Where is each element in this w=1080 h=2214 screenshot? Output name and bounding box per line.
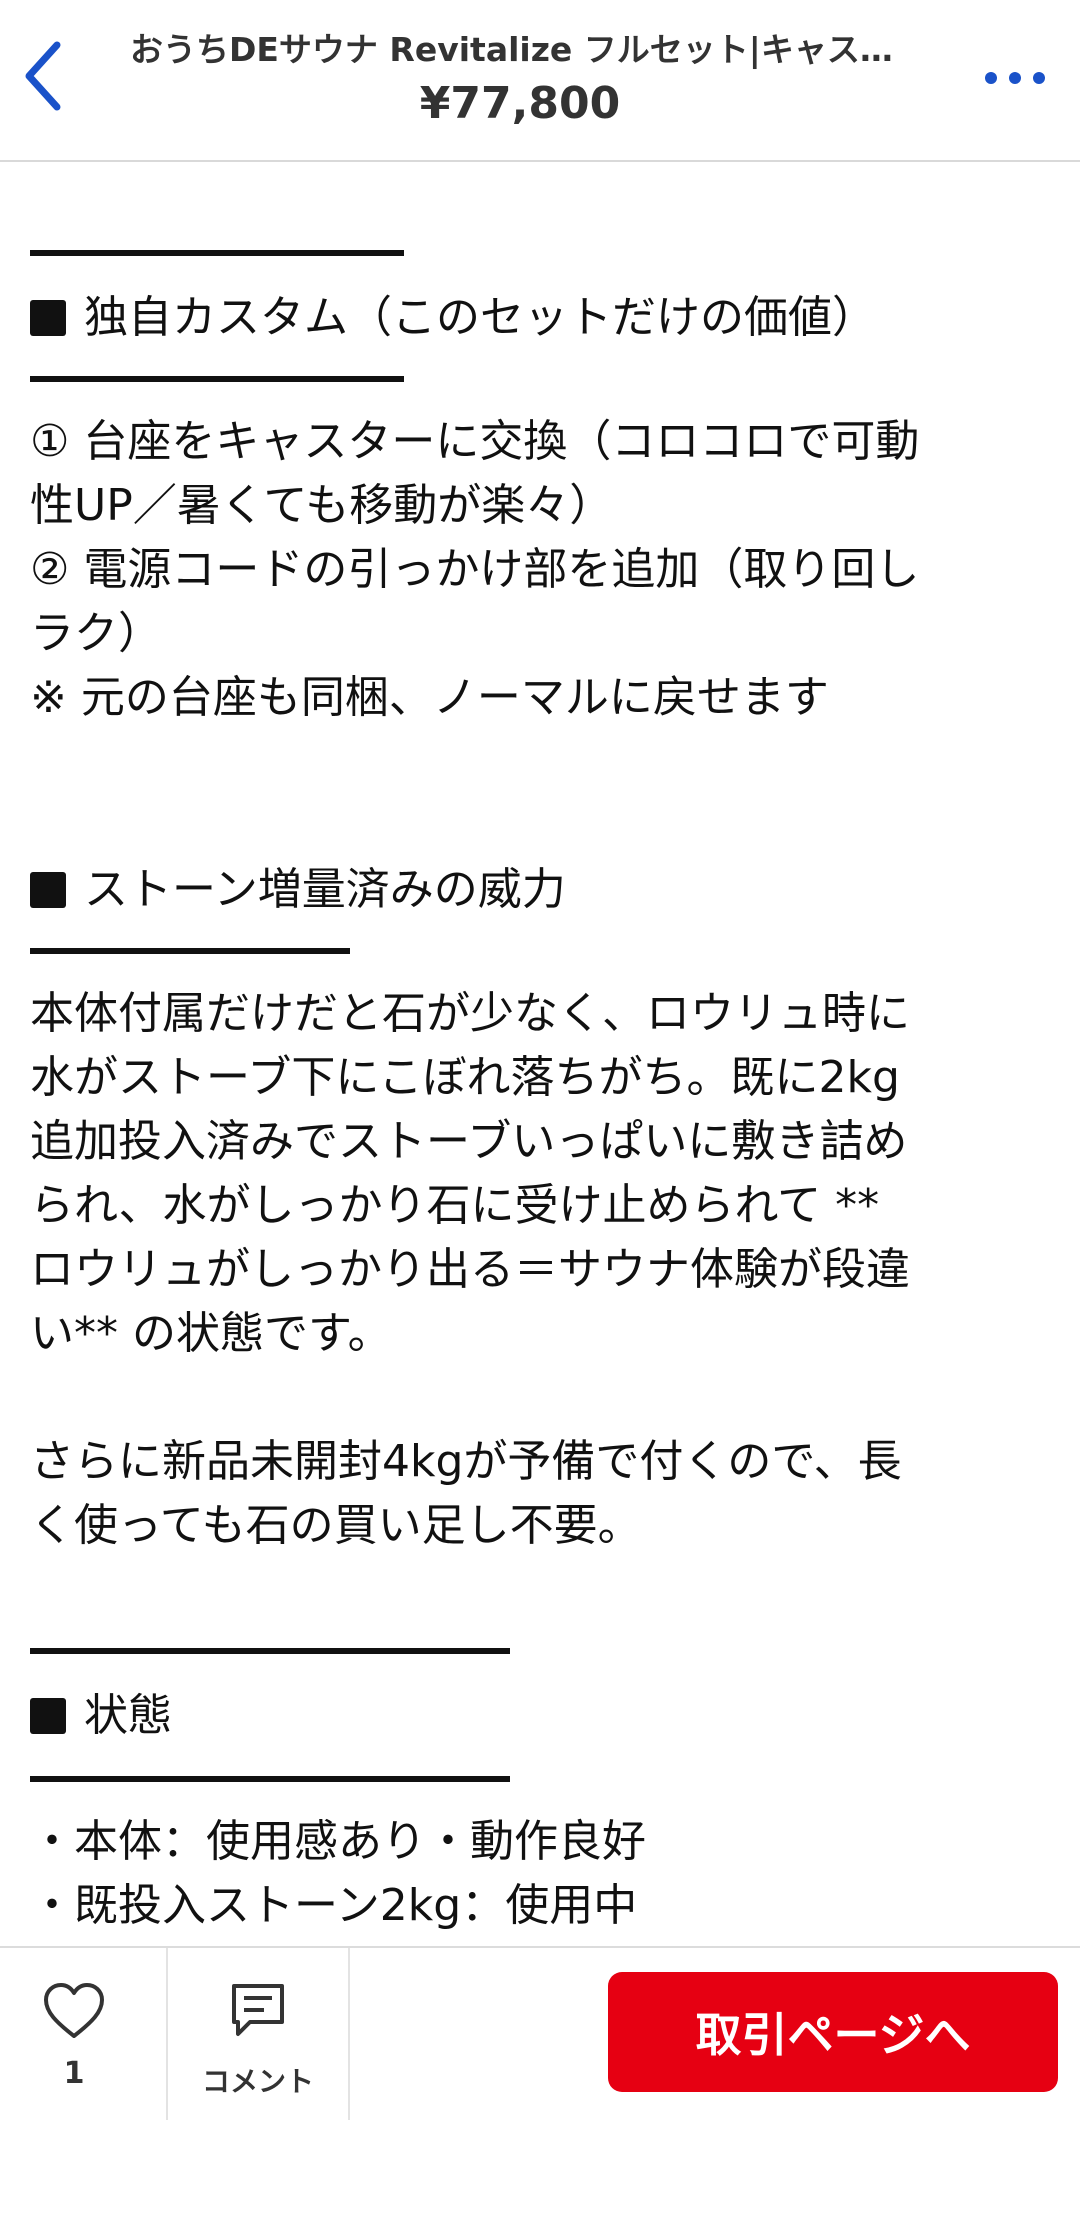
header-bar: おうちDEサウナ Revitalize フルセット|キャスターカスタム ¥77,… — [0, 0, 1080, 162]
divider — [30, 250, 404, 256]
paragraph-line: ① 台座をキャスターに交換（コロコロで可動 — [30, 416, 920, 467]
more-button[interactable] — [970, 48, 1060, 108]
more-horizontal-icon — [985, 72, 1045, 84]
divider — [30, 376, 404, 382]
back-button[interactable] — [8, 28, 78, 124]
paragraph-line: 本体付属だけだと石が少なく、ロウリュ時に — [30, 988, 910, 1039]
paragraph-line: 水がストーブ下にこぼれ落ちがち。既に2kg — [30, 1052, 900, 1103]
paragraph-line: ・本体：使用感あり・動作良好 — [30, 1816, 646, 1867]
paragraph-line: られ、水がしっかり石に受け止められて ** — [30, 1180, 880, 1231]
paragraph-line: い** の状態です。 — [30, 1308, 392, 1359]
square-bullet-icon — [30, 300, 66, 336]
like-count: 1 — [63, 2056, 85, 2091]
chevron-left-icon — [25, 41, 61, 111]
divider — [30, 1648, 510, 1654]
paragraph-line: ※ 元の台座も同梱、ノーマルに戻せます — [30, 672, 829, 723]
comment-icon — [232, 1984, 284, 2036]
heart-icon — [44, 1983, 104, 2038]
square-bullet-icon — [30, 1698, 66, 1734]
divider — [30, 948, 350, 954]
paragraph-line: ② 電源コードの引っかけ部を追加（取り回し — [30, 544, 920, 595]
paragraph-line: ロウリュがしっかり出る＝サウナ体験が段違 — [30, 1244, 910, 1295]
paragraph-line: く使っても石の買い足し不要。 — [30, 1500, 642, 1551]
section-heading-custom: 独自カスタム（このセットだけの価値） — [30, 286, 876, 350]
section-heading-label: 独自カスタム（このセットだけの価値） — [84, 292, 876, 343]
paragraph-line: 性UP／暑くても移動が楽々） — [30, 480, 614, 531]
bottom-action-bar: 1 コメント 取引ページへ — [0, 1946, 1080, 2214]
section-heading-stone: ストーン増量済みの威力 — [30, 858, 566, 922]
trade-page-button[interactable]: 取引ページへ — [608, 1972, 1058, 2092]
section-heading-label: ストーン増量済みの威力 — [84, 864, 566, 915]
square-bullet-icon — [30, 872, 66, 908]
item-title: おうちDEサウナ Revitalize フルセット|キャスターカスタム — [130, 30, 910, 69]
comment-label: コメント — [201, 2065, 314, 2098]
paragraph-line: さらに新品未開封4kgが予備で付くので、長 — [30, 1436, 902, 1487]
like-button[interactable]: 1 — [0, 1948, 168, 2120]
section-heading-condition: 状態 — [30, 1684, 172, 1748]
divider — [30, 1776, 510, 1782]
paragraph-line: ・既投入ストーン2kg：使用中 — [30, 1880, 638, 1931]
section-heading-label: 状態 — [84, 1690, 172, 1741]
item-description: 独自カスタム（このセットだけの価値） ① 台座をキャスターに交換（コロコロで可動… — [0, 162, 1080, 1946]
paragraph-line: ラク） — [30, 608, 162, 659]
paragraph-line: 追加投入済みでストーブいっぱいに敷き詰め — [30, 1116, 908, 1167]
comment-button[interactable]: コメント — [168, 1948, 350, 2120]
item-price: ¥77,800 — [419, 78, 621, 129]
